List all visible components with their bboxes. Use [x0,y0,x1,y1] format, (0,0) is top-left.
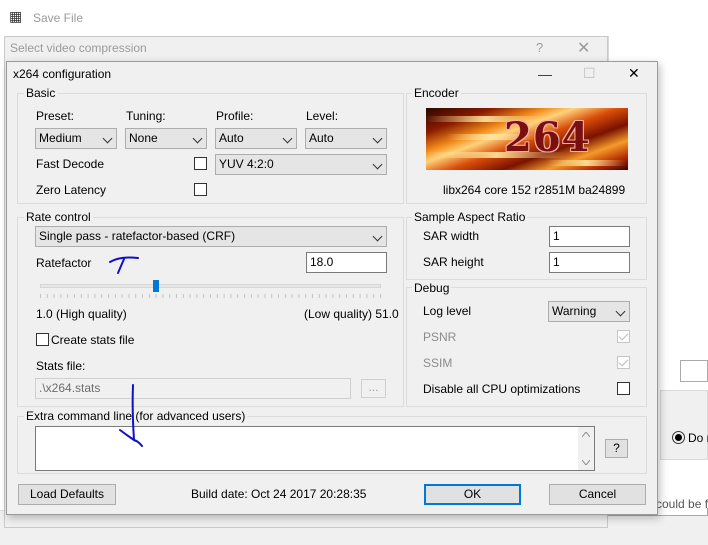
tuning-value: None [129,131,158,145]
ratefactor-slider-thumb[interactable] [152,280,159,292]
rate-control-mode-value: Single pass - ratefactor-based (CRF) [39,229,236,243]
colorspace-value: YUV 4:2:0 [219,157,274,171]
psnr-checkbox [617,330,630,343]
profile-select[interactable]: Auto [215,128,297,149]
extra-help-button[interactable]: ? [605,439,628,458]
level-select[interactable]: Auto [305,128,387,149]
encoder-group-label: Encoder [412,86,461,100]
background-field[interactable] [680,360,708,382]
close-icon[interactable]: ✕ [628,66,640,80]
ssim-label: SSIM [423,356,453,370]
psnr-label: PSNR [423,330,457,344]
sar-width-input[interactable]: 1 [549,226,630,247]
chevron-down-icon [372,133,383,144]
maximize-icon: ☐ [583,65,596,81]
colorspace-select[interactable]: YUV 4:2:0 [215,154,387,175]
stats-file-value: .\x264.stats [39,381,101,395]
save-file-title: Save File [33,11,84,25]
dialog-title: x264 configuration [13,67,112,81]
sar-width-value: 1 [553,229,560,243]
load-defaults-button[interactable]: Load Defaults [18,484,116,505]
extra-cmdline-group-label: Extra command line (for advanced users) [24,409,248,423]
profile-label: Profile: [216,109,254,123]
zero-latency-checkbox[interactable] [194,183,207,196]
close-icon[interactable]: ✕ [577,38,590,58]
background-radio-option[interactable]: Do n [672,431,708,445]
log-level-label: Log level [423,304,472,318]
cancel-button[interactable]: Cancel [549,484,646,505]
encoder-version: libx264 core 152 r2851M ba24899 [443,183,626,197]
log-level-value: Warning [552,304,597,318]
background-radio-label: Do n [688,431,708,445]
rate-control-group-label: Rate control [24,210,93,224]
minimize-icon[interactable]: — [538,67,552,81]
chevron-down-icon [192,133,203,144]
extra-cmdline-input[interactable] [35,426,595,471]
extra-cmdline-scrollbar[interactable] [578,427,594,470]
scroll-up-icon[interactable] [582,432,590,437]
ssim-checkbox [617,356,630,369]
log-level-select[interactable]: Warning [548,301,630,322]
basic-group-label: Basic [24,86,58,100]
x264-logo: 264 [426,108,628,170]
compression-window-title: Select video compression [10,41,147,55]
stats-file-input: .\x264.stats [35,378,351,399]
browse-button: ... [361,379,386,398]
chevron-down-icon [102,133,113,144]
ratefactor-slider-track[interactable] [40,284,381,288]
level-label: Level: [306,109,339,123]
chevron-down-icon [282,133,293,144]
sar-width-label: SAR width [423,229,480,243]
ratefactor-value: 18.0 [310,255,334,269]
create-stats-checkbox[interactable] [36,333,49,346]
chevron-down-icon [372,159,383,170]
build-date: Build date: Oct 24 2017 20:28:35 [191,487,367,501]
create-stats-label: Create stats file [51,333,135,347]
save-file-titlebar: ▦ Save File [0,0,708,36]
ratefactor-input[interactable]: 18.0 [306,252,387,273]
preset-select[interactable]: Medium [35,128,117,149]
profile-value: Auto [219,131,244,145]
scroll-down-icon[interactable] [582,460,590,465]
help-button[interactable]: ? [536,40,543,55]
fast-decode-checkbox[interactable] [194,157,207,170]
tuning-label: Tuning: [126,109,166,123]
background-partial-text: could be fo [656,497,708,511]
fast-decode-label: Fast Decode [36,157,105,171]
radio-selected-icon [672,431,685,444]
rate-control-mode-select[interactable]: Single pass - ratefactor-based (CRF) [35,226,387,247]
chevron-down-icon [615,306,626,317]
slider-max-label: (Low quality) 51.0 [304,307,399,321]
tuning-select[interactable]: None [125,128,207,149]
sar-group-label: Sample Aspect Ratio [412,210,528,224]
disable-cpu-label: Disable all CPU optimizations [423,382,581,396]
logo-text: 264 [504,114,591,161]
sar-height-value: 1 [553,255,560,269]
debug-group-label: Debug [412,281,452,295]
sar-height-label: SAR height [423,255,484,269]
zero-latency-label: Zero Latency [36,183,107,197]
ratefactor-label: Ratefactor [36,256,92,270]
background-options-group [660,390,708,460]
stats-file-label: Stats file: [36,359,86,373]
sar-height-input[interactable]: 1 [549,252,630,273]
ok-button[interactable]: OK [424,484,521,505]
preset-label: Preset: [36,109,75,123]
level-value: Auto [309,131,334,145]
preset-value: Medium [39,131,82,145]
app-icon: ▦ [9,8,23,24]
disable-cpu-checkbox[interactable] [617,382,630,395]
ratefactor-slider-ticks [40,294,381,298]
slider-min-label: 1.0 (High quality) [36,307,127,321]
chevron-down-icon [372,231,383,242]
